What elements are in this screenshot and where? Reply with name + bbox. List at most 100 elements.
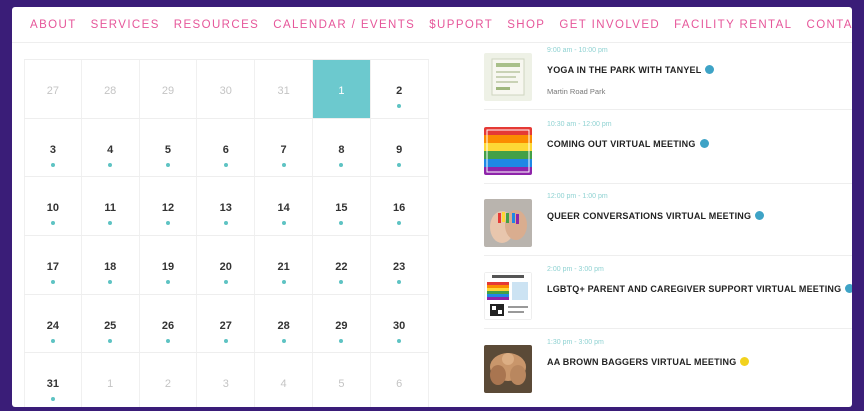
event-list: 9:00 am - 10:00 pm Yoga in the Park with … <box>484 43 852 407</box>
calendar-day[interactable]: 1 <box>82 353 140 407</box>
event-indicator-dot <box>339 338 344 343</box>
event-time: 10:30 am - 12:00 pm <box>547 121 612 128</box>
nav-resources[interactable]: Resources <box>174 19 259 31</box>
calendar-day[interactable]: 28 <box>82 60 140 118</box>
calendar-day[interactable]: 27 <box>197 294 256 353</box>
calendar-day[interactable]: 19 <box>140 236 198 294</box>
calendar-day-number: 17 <box>46 261 60 274</box>
category-color-dot <box>705 65 715 74</box>
event-thumbnail-image[interactable] <box>484 127 532 175</box>
calendar-day[interactable]: 18 <box>82 236 140 294</box>
calendar-day[interactable]: 26 <box>140 294 198 353</box>
nav-get-involved[interactable]: Get Involved <box>559 19 660 31</box>
calendar-day[interactable]: 31 <box>24 353 82 407</box>
event-item[interactable]: 9:00 am - 10:00 pm Yoga in the Park with … <box>484 43 852 103</box>
calendar-day[interactable]: 5 <box>140 118 198 177</box>
event-title: Yoga in the Park with Tanyel <box>547 65 702 75</box>
event-item[interactable]: 12:00 pm - 1:00 pm Queer Conversations Vi… <box>484 189 852 249</box>
calendar-day[interactable]: 22 <box>313 236 371 294</box>
event-title-link[interactable]: Queer Conversations Virtual Meeting <box>547 211 765 221</box>
event-item[interactable]: 1:30 pm - 3:00 pm AA Brown Baggers Virtua… <box>484 335 852 395</box>
calendar-day-number: 10 <box>46 202 60 215</box>
calendar-week-row: 3 4 5 6 7 8 9 <box>24 118 429 178</box>
calendar-day[interactable]: 12 <box>140 177 198 236</box>
nav-calendar-events[interactable]: Calendar / Events <box>273 19 415 31</box>
nav-about[interactable]: About <box>30 19 77 31</box>
event-thumbnail-image[interactable] <box>484 345 532 393</box>
nav-contact[interactable]: Contact <box>806 19 852 31</box>
event-indicator-dot <box>50 221 55 226</box>
calendar-day[interactable]: 15 <box>313 177 371 236</box>
event-indicator-dot <box>50 280 55 285</box>
calendar-day[interactable]: 6 <box>197 118 256 177</box>
nav-support[interactable]: $upport <box>429 19 493 31</box>
event-indicator-dot <box>397 162 402 167</box>
main-nav: About Services Resources Calendar / Even… <box>12 7 852 43</box>
event-indicator-dot <box>165 280 170 285</box>
event-item[interactable]: 10:30 am - 12:00 pm Coming Out Virtual Me… <box>484 117 852 177</box>
calendar-day[interactable]: 3 <box>197 353 256 407</box>
event-indicator-dot <box>50 338 55 343</box>
calendar-day[interactable]: 3 <box>24 118 82 177</box>
event-indicator-dot <box>165 338 170 343</box>
calendar-week-row: 24 25 26 27 28 29 30 <box>24 294 429 354</box>
calendar-day[interactable]: 4 <box>255 353 313 407</box>
calendar-day-number: 12 <box>161 202 175 215</box>
calendar-day[interactable]: 4 <box>82 118 140 177</box>
calendar-day[interactable]: 30 <box>371 294 429 353</box>
calendar-day-number: 30 <box>219 85 232 97</box>
nav-shop[interactable]: Shop <box>507 19 545 31</box>
event-title-link[interactable]: AA Brown Baggers Virtual Meeting <box>547 357 750 367</box>
event-thumbnail-image[interactable] <box>484 272 532 320</box>
event-thumbnail-image[interactable] <box>484 53 532 101</box>
calendar-day[interactable]: 29 <box>313 294 371 353</box>
calendar-day[interactable]: 20 <box>197 236 256 294</box>
calendar-day[interactable]: 28 <box>255 294 313 353</box>
calendar-day[interactable]: 7 <box>255 118 313 177</box>
calendar-day[interactable]: 8 <box>313 118 371 177</box>
calendar-day[interactable]: 21 <box>255 236 313 294</box>
event-indicator-dot <box>339 162 344 167</box>
calendar-day[interactable]: 31 <box>255 60 313 118</box>
event-title-link[interactable]: LGBTQ+ Parent and Caregiver Support Virt… <box>547 284 852 294</box>
calendar-day[interactable]: 16 <box>371 177 429 236</box>
calendar-day-number: 1 <box>107 378 114 391</box>
calendar-day[interactable]: 5 <box>313 353 371 407</box>
calendar-day-number: 6 <box>396 378 403 391</box>
event-title-link[interactable]: Yoga in the Park with Tanyel <box>547 65 715 75</box>
calendar-day-number: 8 <box>338 143 345 156</box>
event-item[interactable]: 2:00 pm - 3:00 pm LGBTQ+ Parent and Careg… <box>484 262 852 322</box>
calendar-day[interactable]: 27 <box>24 60 82 118</box>
calendar-day[interactable]: 2 <box>371 60 429 118</box>
calendar-day[interactable]: 30 <box>197 60 256 118</box>
calendar-day-number: 23 <box>393 261 406 274</box>
calendar-day[interactable]: 6 <box>371 353 429 407</box>
calendar-day-number: 31 <box>46 378 60 391</box>
calendar-day[interactable]: 23 <box>371 236 429 294</box>
calendar-day[interactable]: 14 <box>255 177 313 236</box>
calendar-day-number: 30 <box>393 319 406 332</box>
event-indicator-dot <box>281 162 286 167</box>
calendar-day[interactable]: 25 <box>82 294 140 353</box>
calendar-day-number: 27 <box>219 319 232 332</box>
nav-facility-rental[interactable]: Facility Rental <box>674 19 792 31</box>
event-location: Martin Road Park <box>547 87 606 96</box>
category-color-dot <box>699 139 709 148</box>
event-indicator-dot <box>281 338 286 343</box>
event-indicator-dot <box>223 162 228 167</box>
nav-services[interactable]: Services <box>91 19 160 31</box>
calendar-day-selected[interactable]: 1 <box>312 60 371 118</box>
calendar-day[interactable]: 24 <box>24 294 82 353</box>
calendar-day[interactable]: 10 <box>24 177 82 236</box>
calendar-day[interactable]: 17 <box>24 236 82 294</box>
calendar-day[interactable]: 13 <box>197 177 256 236</box>
event-indicator-dot <box>397 221 402 226</box>
calendar-day-number: 11 <box>104 202 117 215</box>
calendar-day[interactable]: 9 <box>371 118 429 177</box>
event-indicator-dot <box>108 162 113 167</box>
calendar-day[interactable]: 29 <box>140 60 198 118</box>
event-title-link[interactable]: Coming Out Virtual Meeting <box>547 139 709 149</box>
calendar-day[interactable]: 11 <box>82 177 140 236</box>
event-thumbnail-image[interactable] <box>484 199 532 247</box>
calendar-day[interactable]: 2 <box>140 353 198 407</box>
